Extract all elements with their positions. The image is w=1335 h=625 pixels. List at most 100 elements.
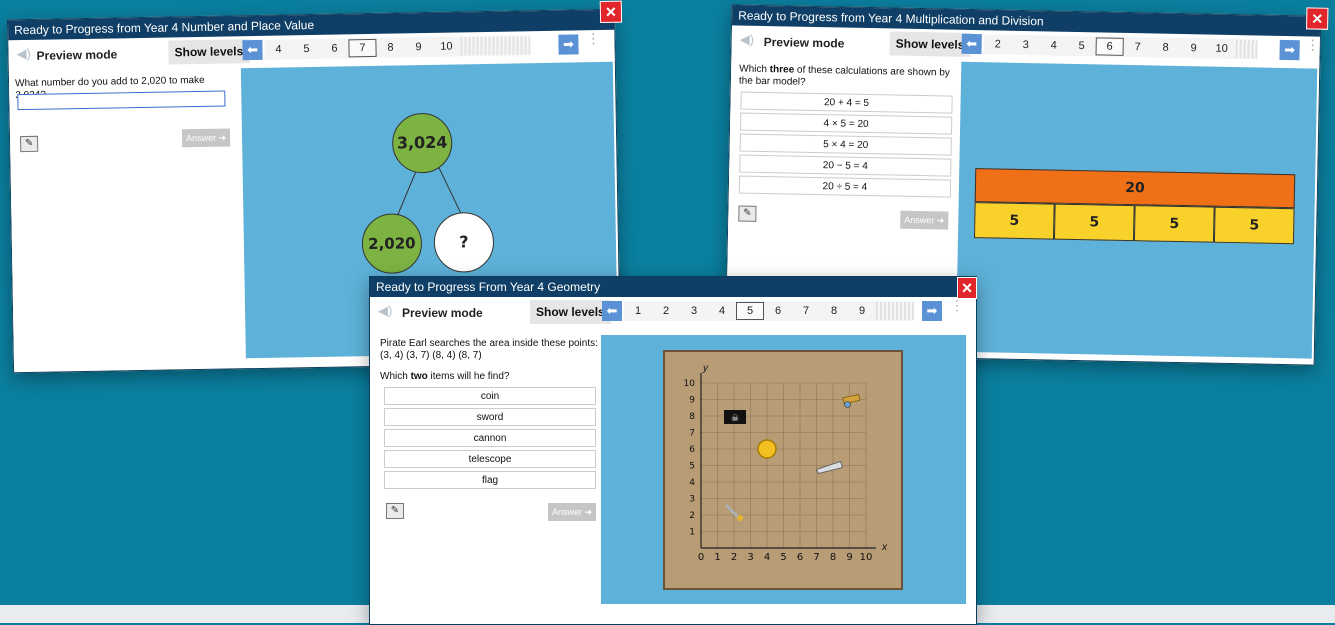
question-pane: Pirate Earl searches the area inside the… bbox=[370, 329, 600, 623]
x-tick-label: 4 bbox=[764, 552, 770, 563]
level-6[interactable]: 6 bbox=[320, 42, 348, 55]
option-4[interactable]: 20 − 5 = 4 bbox=[739, 154, 952, 177]
option-coin[interactable]: coin bbox=[384, 387, 596, 405]
right-arrow-icon[interactable]: ➡ bbox=[922, 301, 942, 321]
x-tick-label: 3 bbox=[747, 552, 753, 563]
option-5[interactable]: 20 ÷ 5 = 4 bbox=[738, 175, 952, 198]
right-arrow-icon[interactable]: ➡ bbox=[558, 34, 579, 55]
close-icon[interactable]: × bbox=[957, 277, 977, 299]
options-list: coin sword cannon telescope flag bbox=[384, 387, 596, 492]
show-levels-button[interactable]: Show levels bbox=[530, 300, 611, 324]
y-axis-label: y bbox=[702, 363, 709, 374]
option-2[interactable]: 4 × 5 = 20 bbox=[739, 112, 953, 135]
answer-button[interactable]: Answer ➜ bbox=[181, 128, 231, 148]
option-3[interactable]: 5 × 4 = 20 bbox=[739, 133, 952, 156]
level-7[interactable]: 7 bbox=[348, 38, 377, 58]
speaker-icon[interactable]: ◀) bbox=[378, 304, 392, 318]
sword-hilt-icon bbox=[737, 515, 743, 521]
level-3[interactable]: 3 bbox=[1012, 39, 1040, 52]
level-6[interactable]: 6 bbox=[764, 305, 792, 317]
level-9[interactable]: 9 bbox=[404, 41, 432, 53]
option-flag[interactable]: flag bbox=[384, 471, 596, 489]
x-tick-label: 0 bbox=[698, 552, 704, 563]
y-tick-label: 5 bbox=[689, 462, 695, 472]
question-text: Pirate Earl searches the area inside the… bbox=[380, 338, 598, 362]
level-2[interactable]: 2 bbox=[984, 38, 1012, 51]
option-telescope[interactable]: telescope bbox=[384, 450, 596, 468]
x-tick-label: 8 bbox=[830, 552, 836, 563]
level-8[interactable]: 8 bbox=[820, 305, 848, 317]
answer-button[interactable]: Answer ➜ bbox=[900, 210, 949, 230]
question-line-2: (3, 4) (3, 7) (8, 4) (8, 7) bbox=[380, 350, 482, 361]
speaker-icon[interactable]: ◀) bbox=[740, 32, 755, 47]
more-icon[interactable]: ⋮ bbox=[586, 30, 600, 46]
stage: 0 1 2 3 4 5 6 7 8 9 10 1 2 3 4 5 6 7 8 9 10 x y ☠ bbox=[601, 335, 966, 604]
level-8[interactable]: 8 bbox=[376, 41, 404, 54]
preview-mode-label: Preview mode bbox=[36, 47, 118, 63]
window-title: Ready to Progress From Year 4 Geometry bbox=[370, 277, 976, 297]
left-arrow-icon[interactable]: ⬅ bbox=[242, 39, 263, 61]
notepad-icon[interactable]: ✎ bbox=[19, 135, 39, 153]
option-1[interactable]: 20 + 4 = 5 bbox=[740, 91, 953, 114]
level-track bbox=[1235, 40, 1258, 59]
more-icon[interactable]: ⋮ bbox=[1306, 36, 1320, 52]
question-text: Which three of these calculations are sh… bbox=[739, 64, 953, 92]
level-9[interactable]: 9 bbox=[848, 305, 876, 317]
level-1[interactable]: 1 bbox=[624, 305, 652, 317]
level-9[interactable]: 9 bbox=[1180, 42, 1208, 55]
level-5[interactable]: 5 bbox=[292, 43, 320, 55]
right-arrow-icon[interactable]: ➡ bbox=[1279, 39, 1300, 61]
toolbar: ◀) Preview mode Show levels ⬅ 1 2 3 4 5 … bbox=[370, 298, 976, 328]
notepad-icon[interactable]: ✎ bbox=[738, 205, 757, 222]
question-pre: Which bbox=[739, 63, 770, 76]
level-4[interactable]: 4 bbox=[708, 305, 736, 317]
coin-icon bbox=[757, 439, 777, 459]
x-tick-label: 10 bbox=[860, 552, 873, 563]
bar-part-3: 5 bbox=[1133, 205, 1215, 243]
option-sword[interactable]: sword bbox=[384, 408, 596, 426]
speaker-icon[interactable]: ◀) bbox=[16, 46, 31, 61]
answer-input[interactable] bbox=[17, 90, 226, 111]
y-tick-label: 7 bbox=[689, 429, 695, 439]
level-2[interactable]: 2 bbox=[652, 305, 680, 317]
level-6[interactable]: 6 bbox=[1095, 37, 1124, 56]
show-levels-button[interactable]: Show levels bbox=[168, 39, 250, 65]
x-tick-label: 7 bbox=[813, 552, 819, 563]
level-4[interactable]: 4 bbox=[1040, 39, 1068, 52]
x-tick-label: 9 bbox=[846, 552, 852, 563]
notepad-icon[interactable]: ✎ bbox=[386, 503, 404, 519]
bar-part-2: 5 bbox=[1053, 203, 1135, 242]
coordinate-grid: 0 1 2 3 4 5 6 7 8 9 1012345678910xy☠ bbox=[684, 363, 888, 563]
close-icon[interactable]: × bbox=[1306, 7, 1329, 30]
treasure-map: 0 1 2 3 4 5 6 7 8 9 10 1 2 3 4 5 6 7 8 9 10 x y ☠ bbox=[663, 350, 903, 590]
level-5[interactable]: 5 bbox=[736, 302, 764, 320]
show-levels-button[interactable]: Show levels bbox=[889, 31, 971, 57]
close-icon[interactable]: × bbox=[599, 0, 623, 23]
answer-button[interactable]: Answer ➜ bbox=[548, 503, 596, 521]
option-cannon[interactable]: cannon bbox=[384, 429, 596, 447]
y-tick-label: 1 bbox=[689, 528, 695, 538]
left-arrow-icon[interactable]: ⬅ bbox=[602, 301, 622, 321]
level-4[interactable]: 4 bbox=[264, 43, 292, 56]
level-selector: 1 2 3 4 5 6 7 8 9 bbox=[624, 301, 914, 321]
bar-part-4: 5 bbox=[1213, 206, 1295, 245]
level-track bbox=[876, 302, 914, 320]
level-7[interactable]: 7 bbox=[1124, 41, 1152, 54]
question2-post: items will he find? bbox=[427, 371, 510, 382]
y-tick-label: 8 bbox=[689, 412, 695, 422]
more-icon[interactable]: ⋮ bbox=[950, 298, 964, 312]
level-8[interactable]: 8 bbox=[1152, 41, 1180, 54]
x-tick-label: 5 bbox=[780, 552, 786, 563]
x-tick-label: 6 bbox=[797, 552, 803, 563]
level-track bbox=[460, 36, 531, 56]
level-7[interactable]: 7 bbox=[792, 305, 820, 317]
question-2: Which two items will he find? bbox=[380, 371, 509, 383]
level-5[interactable]: 5 bbox=[1068, 40, 1096, 53]
stage: 20 5 5 5 5 bbox=[955, 61, 1318, 359]
level-10[interactable]: 10 bbox=[1208, 43, 1236, 56]
level-3[interactable]: 3 bbox=[680, 305, 708, 317]
y-tick-label: 9 bbox=[689, 396, 695, 406]
level-10[interactable]: 10 bbox=[432, 40, 460, 53]
question-line-1: Pirate Earl searches the area inside the… bbox=[380, 338, 598, 349]
left-arrow-icon[interactable]: ⬅ bbox=[961, 33, 982, 55]
